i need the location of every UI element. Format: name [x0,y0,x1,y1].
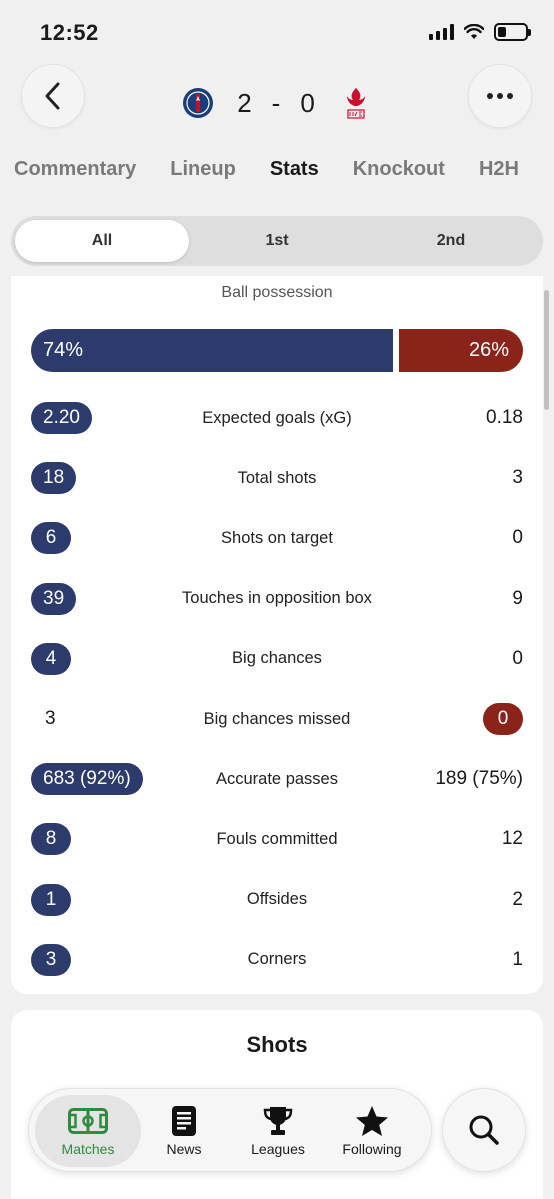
stat-row: Fouls committed 8 12 [11,823,543,863]
news-icon [172,1106,196,1136]
stat-label: Touches in opposition box [182,589,372,608]
stat-home-value: 4 [31,642,71,675]
score: 2 - 0 [237,88,317,119]
nav-leagues[interactable]: Leagues [225,1095,331,1167]
tab-commentary[interactable]: Commentary [14,158,136,181]
score-separator: - [271,87,283,118]
stat-row: Corners 3 1 [11,943,543,984]
nav-following-label: Following [342,1141,402,1157]
period-all-button[interactable]: All [15,220,189,262]
search-button[interactable] [442,1088,526,1172]
stat-home-value: 1 [31,883,71,916]
stat-row: Accurate passes 683 (92%) 189 (75%) [11,763,543,803]
battery-icon [494,23,531,41]
stat-label: Big chances missed [203,709,351,728]
stat-home-value: 39 [31,582,77,615]
stat-row: Touches in opposition box 39 9 [11,582,543,623]
stat-away-value: 0.18 [486,407,523,428]
stat-away-value: 3 [512,467,523,489]
period-filter: All 1st 2nd [11,216,543,266]
stat-row: Total shots 18 3 [11,462,543,502]
trophy-icon [263,1107,293,1135]
stat-home-value: 6 [31,522,71,555]
possession-away-bar: 26% [399,329,523,372]
match-scoreline: 2 - 0 [0,86,554,120]
nav-following[interactable]: Following [319,1095,425,1167]
cellular-signal-icon [429,24,454,40]
home-team-crest-icon[interactable] [181,86,215,120]
stat-row: Expected goals (xG) 2.20 0.18 [11,402,543,442]
stat-row: Big chances missed 3 0 [11,703,543,743]
stat-away-value: 0 [483,703,523,735]
away-score: 0 [300,87,317,118]
status-bar: 12:52 [0,0,554,62]
wifi-icon [464,24,484,39]
stat-home-value: 18 [31,462,77,495]
possession-away-value: 26% [468,339,509,361]
nav-matches-label: Matches [61,1141,115,1157]
stat-label: Big chances [232,649,322,668]
stat-row: Big chances 4 0 [11,642,543,683]
stat-away-value: 0 [512,647,523,669]
stat-away-value: 12 [501,828,523,850]
possession-bar: 74% 26% [31,329,523,372]
search-icon [469,1115,499,1145]
period-first-half-button[interactable]: 1st [191,220,363,262]
stat-home-value: 3 [45,708,56,729]
period-second-half-button[interactable]: 2nd [365,220,537,262]
star-icon [356,1106,388,1136]
tab-lineup[interactable]: Lineup [170,158,236,181]
stat-label: Shots on target [221,528,333,547]
stat-row: Shots on target 6 0 [11,522,543,562]
away-team-crest-icon[interactable] [339,86,373,120]
bottom-navigation: Matches News Leagues Following [28,1088,432,1172]
stats-card: Ball possession 74% 26% Expected goals (… [11,276,543,994]
possession-home-bar: 74% [31,329,393,372]
nav-news-label: News [166,1141,202,1157]
stat-home-value: 2.20 [31,402,92,434]
status-time: 12:52 [40,20,99,45]
stat-label: Total shots [237,468,317,487]
nav-news[interactable]: News [131,1095,237,1167]
stat-away-value: 9 [512,587,523,609]
pitch-icon [68,1108,108,1134]
tab-knockout[interactable]: Knockout [353,158,445,181]
shots-section-title: Shots [246,1032,308,1057]
nav-matches[interactable]: Matches [35,1095,141,1167]
stat-home-value: 683 (92%) [31,763,143,796]
stat-away-value: 2 [512,888,523,910]
stat-label: Fouls committed [216,829,338,848]
match-tabs: Commentary Lineup Stats Knockout H2H [14,158,553,181]
possession-home-value: 74% [43,339,84,361]
stat-label: Corners [247,950,307,969]
nav-leagues-label: Leagues [251,1141,305,1157]
tab-h2h[interactable]: H2H [479,158,519,181]
stat-home-value: 3 [31,943,71,976]
stat-away-value: 0 [512,527,523,549]
stat-row: Offsides 1 2 [11,883,543,924]
home-score: 2 [237,87,254,118]
possession-title: Ball possession [221,284,333,301]
status-icons [429,23,531,41]
tab-stats[interactable]: Stats [270,158,319,181]
stat-away-value: 1 [512,948,523,970]
stat-label: Offsides [246,890,308,909]
stat-home-value: 8 [31,823,71,856]
scrollbar[interactable] [544,290,549,410]
stat-away-value: 189 (75%) [435,768,523,790]
